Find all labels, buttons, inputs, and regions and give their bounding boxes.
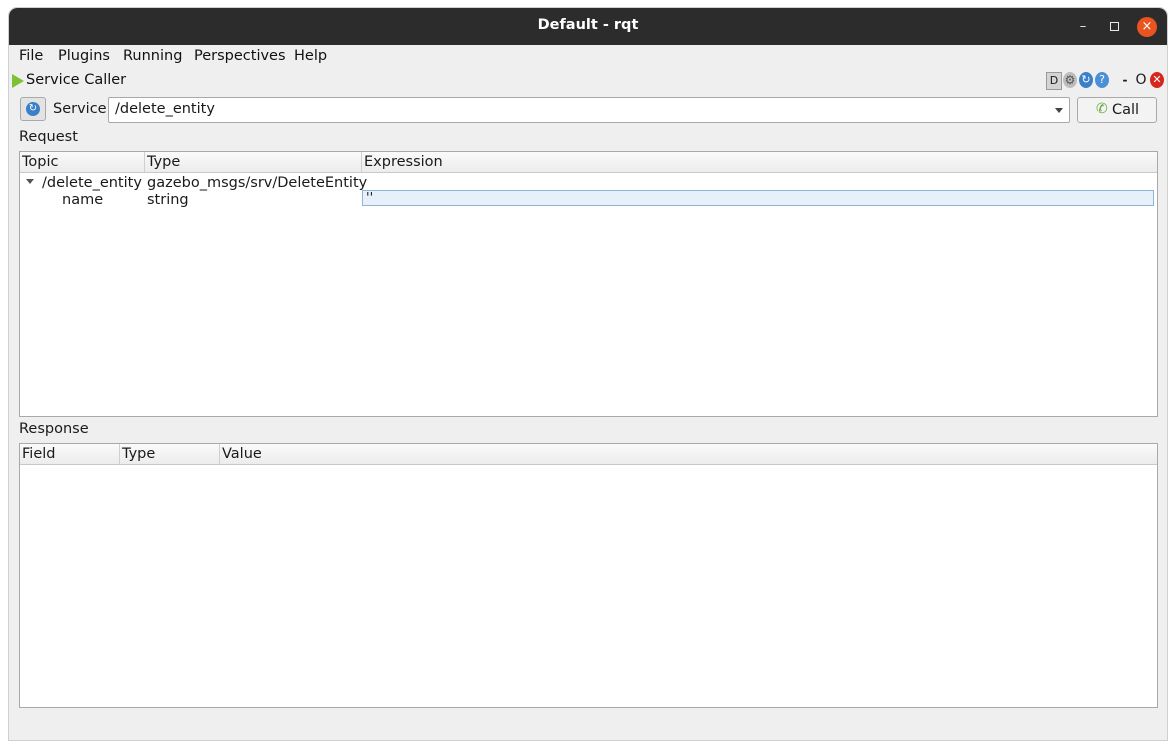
request-header: Topic Type Expression (20, 152, 1157, 173)
response-label: Response (19, 421, 89, 437)
request-tree[interactable]: Topic Type Expression /delete_entity gaz… (19, 151, 1158, 417)
row-type: gazebo_msgs/srv/DeleteEntity (147, 175, 368, 191)
response-header: Field Type Value (20, 444, 1157, 465)
menu-plugins[interactable]: Plugins (58, 48, 110, 64)
refresh-icon: ↻ (26, 102, 40, 116)
request-label: Request (19, 129, 78, 145)
service-label: Service (53, 101, 107, 117)
title-bar: Default - rqt – × (9, 8, 1167, 45)
call-button[interactable]: ✆ Call (1077, 97, 1157, 123)
rqt-window: Default - rqt – × File Plugins Running P… (9, 8, 1167, 740)
plugin-play-icon (12, 74, 24, 88)
row-type: string (147, 192, 189, 208)
dock-button[interactable]: D (1046, 72, 1062, 90)
plugin-title: Service Caller (26, 72, 127, 88)
expand-arrow-icon[interactable] (26, 179, 34, 184)
menu-perspectives[interactable]: Perspectives (194, 48, 286, 64)
column-type[interactable]: Type (145, 154, 180, 172)
minimize-button[interactable]: – (1073, 17, 1093, 37)
maximize-icon (1109, 22, 1119, 31)
response-tree[interactable]: Field Type Value (19, 443, 1158, 708)
help-icon[interactable]: ? (1095, 72, 1109, 88)
service-select[interactable]: /delete_entity (108, 97, 1070, 123)
menu-bar: File Plugins Running Perspectives Help (9, 45, 1167, 67)
menu-help[interactable]: Help (294, 48, 327, 64)
refresh-services-button[interactable]: ↻ (20, 97, 46, 121)
close-plugin-icon[interactable]: ✕ (1150, 72, 1164, 88)
close-window-button[interactable]: × (1137, 17, 1157, 37)
float-plugin-button[interactable]: O (1135, 72, 1147, 88)
column-value[interactable]: Value (220, 446, 262, 464)
phone-icon: ✆ (1096, 101, 1108, 117)
maximize-button[interactable] (1104, 17, 1124, 37)
column-type[interactable]: Type (120, 446, 155, 464)
column-topic[interactable]: Topic (20, 154, 58, 172)
settings-gear-icon[interactable]: ⚙ (1063, 72, 1077, 88)
expression-input[interactable]: '' (362, 190, 1154, 206)
menu-running[interactable]: Running (123, 48, 182, 64)
minimize-plugin-button[interactable]: - (1120, 72, 1130, 88)
reload-icon[interactable]: ↻ (1079, 72, 1093, 88)
row-topic[interactable]: /delete_entity (42, 175, 142, 191)
menu-file[interactable]: File (19, 48, 43, 64)
window-title: Default - rqt (537, 17, 639, 33)
call-button-label: Call (1112, 102, 1140, 118)
service-selected-value: /delete_entity (115, 101, 215, 117)
column-expression[interactable]: Expression (362, 154, 443, 172)
splitter-handle[interactable] (579, 416, 597, 419)
row-topic[interactable]: name (62, 192, 103, 208)
chevron-down-icon (1055, 108, 1063, 113)
column-field[interactable]: Field (20, 446, 55, 464)
